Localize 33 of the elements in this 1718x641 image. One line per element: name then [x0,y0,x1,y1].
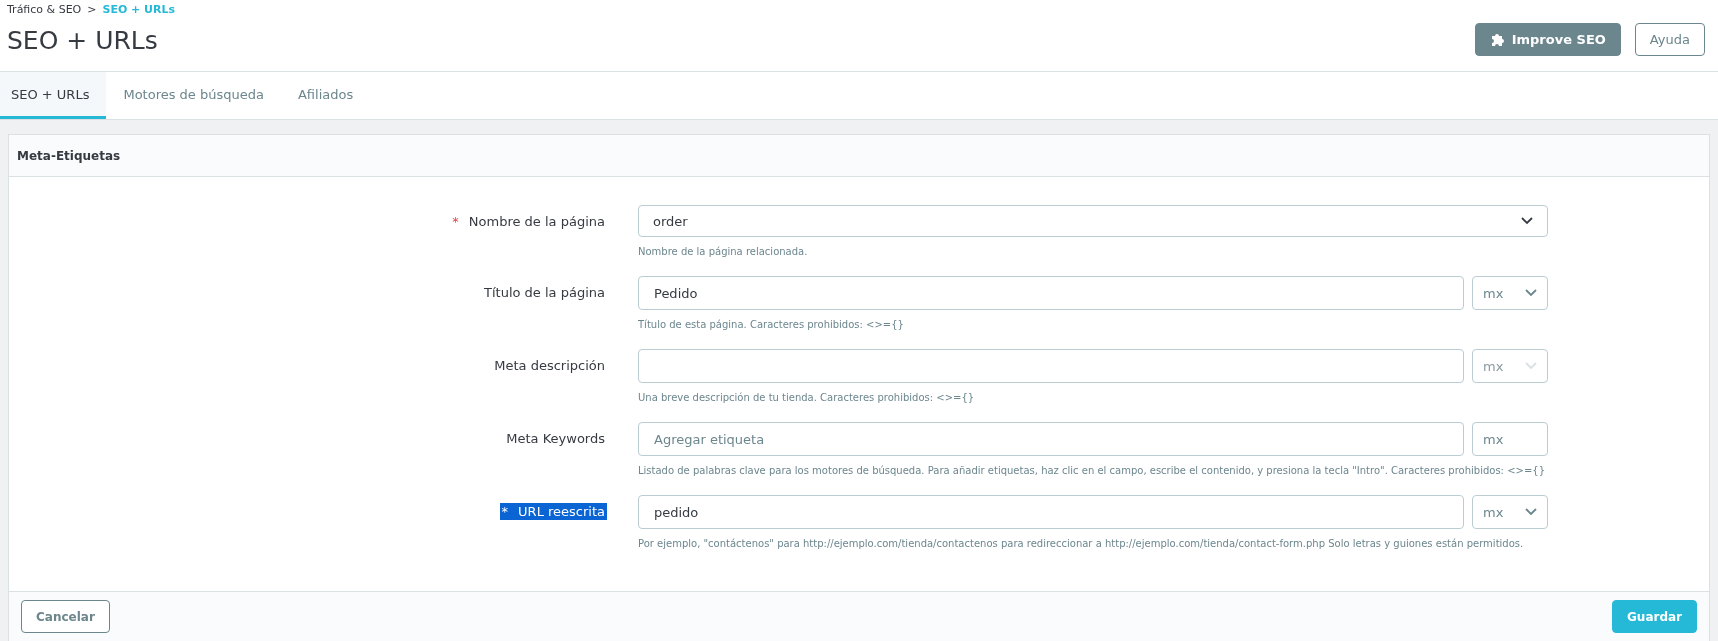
help-text: Listado de palabras clave para los motores de búsqueda. Para añadir etiquetas, haz clic en el campo, escribe el contenido, y presiona la tecla "Intro". Caracteres prohibidos: <>={} [638,465,1547,476]
input-field[interactable]: Pedido [638,276,1464,310]
field-label: * Nombre de la página [451,213,606,230]
tab[interactable]: SEO + URLs [0,72,107,119]
panel-heading: Meta-Etiquetas [9,135,1709,177]
language-select[interactable]: mx [1472,276,1548,310]
input-field[interactable]: pedido [638,495,1464,529]
chevron-down-icon [1525,289,1537,297]
input-field[interactable] [638,349,1464,383]
save-button[interactable]: Guardar [1612,600,1697,633]
breadcrumb-link[interactable]: Tráfico & SEO [7,3,82,16]
puzzle-icon [1489,31,1506,48]
help-button[interactable]: Ayuda [1634,23,1705,56]
field-label: * URL reescrita [499,503,607,520]
chevron-down-icon [1525,508,1537,516]
chevron-down-icon [1525,362,1537,370]
field-label: Título de la página [483,284,606,301]
help-text: Una breve descripción de tu tienda. Caracteres prohibidos: <>={} [638,392,976,403]
breadcrumb-link[interactable]: SEO + URLs [102,3,176,16]
help-text: Título de esta página. Caracteres prohibidos: <>={} [638,319,905,330]
language-select[interactable]: mx [1472,495,1548,529]
page-title: SEO + URLs [7,26,159,55]
select-field[interactable]: order [638,205,1548,237]
help-text: Por ejemplo, "contáctenos" para http://ejemplo.com/tienda/contactenos para redireccionar a http://ejemplo.com/tienda/contact-form.php Solo letras y guiones están permitidos. [638,538,1525,549]
input-field[interactable]: Agregar etiqueta [638,422,1464,456]
cancel-button[interactable]: Cancelar [21,600,110,633]
help-text: Nombre de la página relacionada. [638,246,809,257]
language-select[interactable]: mx [1472,422,1548,456]
improve-seo-button[interactable]: Improve SEO [1474,23,1621,56]
chevron-down-icon [1521,217,1533,225]
field-label: Meta Keywords [505,430,606,447]
breadcrumb-separator: > [87,3,97,16]
field-label: Meta descripción [493,357,606,374]
